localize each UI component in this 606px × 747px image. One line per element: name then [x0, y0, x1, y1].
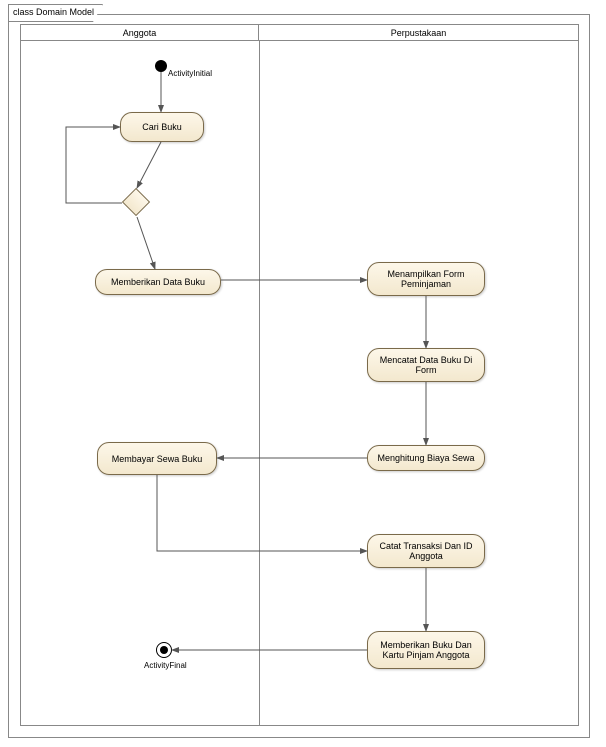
activity-mencatat-data: Mencatat Data Buku Di Form	[367, 348, 485, 382]
initial-node	[155, 60, 167, 72]
activity-memberikan-buku: Memberikan Buku Dan Kartu Pinjam Anggota	[367, 631, 485, 669]
lane-header-perpustakaan: Perpustakaan	[259, 25, 578, 41]
activity-memberikan-buku-label: Memberikan Buku Dan Kartu Pinjam Anggota	[374, 640, 478, 660]
diagram-canvas: class Domain Model Anggota Perpustakaan …	[0, 0, 606, 747]
lane-label-perpustakaan: Perpustakaan	[391, 28, 447, 38]
activity-membayar-sewa: Membayar Sewa Buku	[97, 442, 217, 475]
activity-cari-buku-label: Cari Buku	[142, 122, 182, 132]
activity-menampilkan-form: Menampilkan Form Peminjaman	[367, 262, 485, 296]
activity-cari-buku: Cari Buku	[120, 112, 204, 142]
activity-mencatat-data-label: Mencatat Data Buku Di Form	[374, 355, 478, 375]
activity-membayar-sewa-label: Membayar Sewa Buku	[112, 454, 203, 464]
swimlane-container: Anggota Perpustakaan	[20, 24, 579, 726]
activity-memberikan-data-buku: Memberikan Data Buku	[95, 269, 221, 295]
lane-header-anggota: Anggota	[21, 25, 259, 41]
activity-catat-transaksi: Catat Transaksi Dan ID Anggota	[367, 534, 485, 568]
final-node-label: ActivityFinal	[144, 661, 187, 670]
lane-label-anggota: Anggota	[123, 28, 157, 38]
activity-menghitung-biaya: Menghitung Biaya Sewa	[367, 445, 485, 471]
frame-title: class Domain Model	[13, 7, 94, 17]
activity-memberikan-data-buku-label: Memberikan Data Buku	[111, 277, 205, 287]
final-node	[156, 642, 172, 658]
activity-catat-transaksi-label: Catat Transaksi Dan ID Anggota	[374, 541, 478, 561]
initial-node-label: ActivityInitial	[168, 69, 212, 78]
activity-menghitung-biaya-label: Menghitung Biaya Sewa	[377, 453, 474, 463]
lane-divider	[259, 41, 260, 725]
activity-menampilkan-form-label: Menampilkan Form Peminjaman	[374, 269, 478, 289]
frame-title-tab: class Domain Model	[8, 4, 103, 22]
